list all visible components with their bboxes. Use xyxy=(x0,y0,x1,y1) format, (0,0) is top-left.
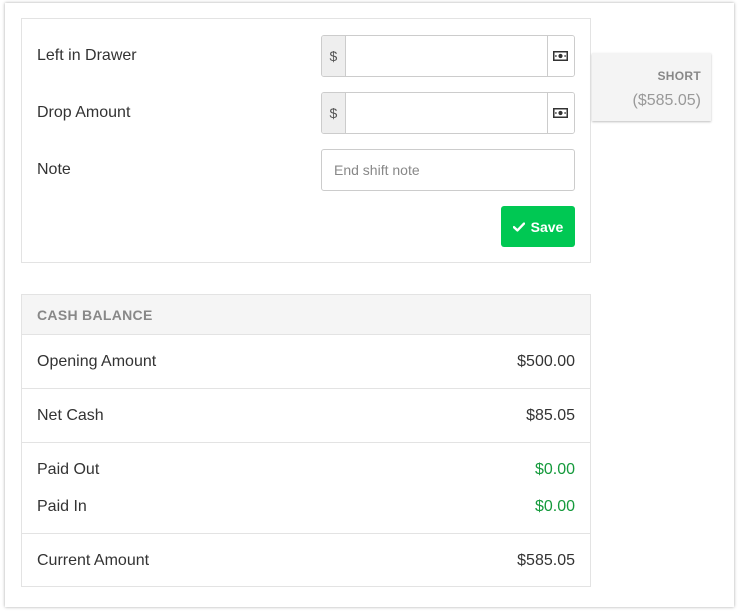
opening-amount-value: $500.00 xyxy=(517,353,575,370)
net-cash-value: $85.05 xyxy=(526,407,575,424)
left-in-drawer-row: Left in Drawer $ xyxy=(22,35,590,77)
left-in-drawer-label: Left in Drawer xyxy=(37,47,137,64)
drop-amount-label: Drop Amount xyxy=(37,104,131,121)
note-row: Note xyxy=(22,149,590,191)
save-button[interactable]: Save xyxy=(501,206,575,247)
paid-in-row: Paid In $0.00 xyxy=(22,488,590,525)
paid-out-label: Paid Out xyxy=(37,461,100,478)
net-cash-label: Net Cash xyxy=(37,407,104,424)
dollar-prefix: $ xyxy=(322,36,346,76)
note-label: Note xyxy=(37,161,71,178)
money-bill-icon xyxy=(546,36,574,76)
divider xyxy=(22,442,590,443)
short-label: SHORT xyxy=(657,69,701,83)
drop-amount-input-group: $ xyxy=(321,92,575,134)
opening-amount-label: Opening Amount xyxy=(37,353,157,370)
current-amount-row: Current Amount $585.05 xyxy=(22,542,590,579)
paid-in-value: $0.00 xyxy=(534,498,575,515)
paid-out-value: $0.00 xyxy=(534,461,575,478)
divider xyxy=(22,533,590,534)
dollar-prefix: $ xyxy=(322,93,346,133)
drop-amount-input[interactable] xyxy=(345,93,547,133)
paid-in-label: Paid In xyxy=(37,498,87,515)
left-in-drawer-input-group: $ xyxy=(321,35,575,77)
drop-amount-row: Drop Amount $ xyxy=(22,92,590,134)
cash-balance-panel: CASH BALANCE Opening Amount $500.00 Net … xyxy=(21,294,591,587)
note-input[interactable] xyxy=(321,149,575,191)
left-in-drawer-input[interactable] xyxy=(345,36,547,76)
short-value: ($585.05) xyxy=(632,92,702,109)
cash-balance-title: CASH BALANCE xyxy=(22,295,590,335)
current-amount-value: $585.05 xyxy=(517,552,575,569)
divider xyxy=(22,388,590,389)
opening-amount-row: Opening Amount $500.00 xyxy=(22,343,590,380)
paid-out-row: Paid Out $0.00 xyxy=(22,451,590,488)
current-amount-label: Current Amount xyxy=(37,552,150,569)
end-shift-form: Left in Drawer $ Drop Amount $ Note End … xyxy=(21,18,591,263)
check-icon xyxy=(512,221,525,232)
save-button-label: Save xyxy=(530,218,564,235)
money-bill-icon xyxy=(546,93,574,133)
net-cash-row: Net Cash $85.05 xyxy=(22,397,590,434)
short-card: SHORT ($585.05) xyxy=(592,53,711,121)
